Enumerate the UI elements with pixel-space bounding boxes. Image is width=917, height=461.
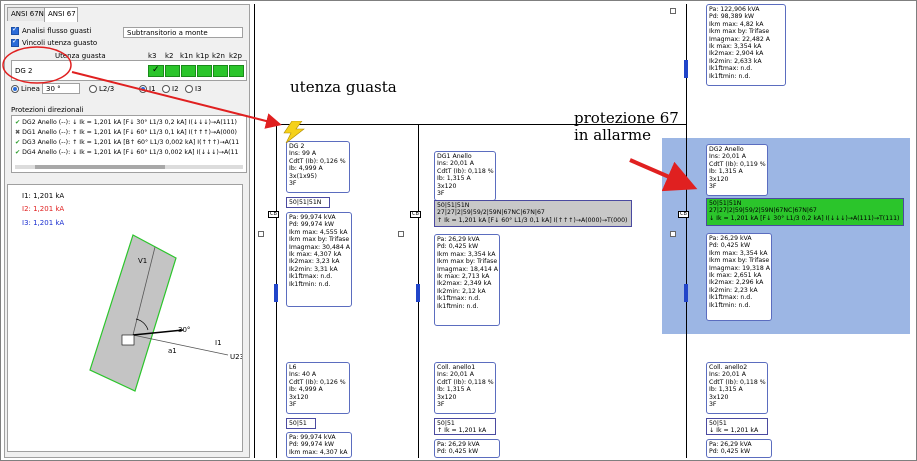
horizontal-scrollbar[interactable] — [15, 165, 243, 169]
switch-icon[interactable] — [398, 231, 404, 237]
coll1-load-box[interactable]: Pa: 26,29 kVA Pd: 0,425 kW — [434, 439, 500, 458]
fuse-icon — [416, 284, 420, 302]
tab-ansi-67[interactable]: ANSI 67 — [44, 7, 78, 22]
col-k1n: k1n — [180, 52, 193, 60]
list-item[interactable]: ✔ DG2 Anello (--): ↓ Ik = 1,201 kA [F↓ 3… — [15, 119, 237, 126]
fuse-icon — [684, 284, 688, 302]
l6-protection[interactable]: 50|51 — [286, 418, 316, 429]
dg1-info-box[interactable]: DG1 Anello Ins: 20,01 A CdtT (Ib): 0,118… — [434, 151, 496, 201]
check-icon: ✔ — [15, 119, 21, 126]
check-icon: ✔ — [15, 149, 21, 156]
radio-i3[interactable] — [185, 85, 193, 93]
dg1-load-box[interactable]: Pa: 26,29 kVA Pd: 0,425 kW Ikm max: 3,35… — [434, 234, 500, 326]
coll2-load-box[interactable]: Pa: 26,29 kVA Pd: 0,425 kW — [706, 439, 772, 458]
i1-vector-label: I1 — [215, 339, 222, 347]
breaker-icon[interactable]: CB — [678, 211, 689, 218]
u23-label: U23 — [230, 353, 242, 361]
tab-ansi-67n[interactable]: ANSI 67N — [7, 7, 45, 21]
col-k2p: k2p — [229, 52, 242, 60]
coll1-protection[interactable]: 50|51 ↑ Ik = 1,201 kA — [434, 418, 496, 435]
col-k2: k2 — [165, 52, 174, 60]
fault-user-circle — [2, 46, 72, 84]
protection-text: DG2 Anello (--): ↓ Ik = 1,201 kA [F↓ 30°… — [22, 119, 237, 126]
dg2-load-box[interactable]: Pa: 99,974 kVA Pd: 99,974 kW Ikm max: 4,… — [286, 212, 352, 307]
cell-k2p[interactable] — [229, 65, 244, 77]
radio-i1[interactable] — [139, 85, 147, 93]
transient-dropdown-value: Subtransitorio a monte — [127, 29, 208, 37]
phasor-svg: V1 30° I1 a1 U23 — [89, 234, 242, 392]
dg2-ring-info-box[interactable]: DG2 Anello Ins: 20,01 A CdtT (Ib): 0,119… — [706, 144, 768, 196]
list-item[interactable]: ✖ DG1 Anello (--): ↑ Ik = 1,201 kA [F↓ 6… — [15, 129, 237, 136]
upstream-load-box[interactable]: Pa: 122,906 kVA Pd: 98,389 kW Ikm max: 4… — [706, 4, 786, 86]
schematic-canvas[interactable]: CB CB CB Pa: 122,906 kVA Pd: 98,389 kW I… — [254, 4, 913, 458]
radio-i3-label: I3 — [195, 85, 202, 93]
switch-icon[interactable] — [258, 231, 264, 237]
angle-label: 30° — [178, 326, 190, 334]
fuse-icon — [274, 284, 278, 302]
trip-zone — [89, 234, 177, 392]
dg2-ring-protection-alarm[interactable]: 50|51|51N 27|27|2|59|59/2|59N|67NC|67N|6… — [706, 198, 904, 226]
cell-k2n[interactable] — [213, 65, 228, 77]
cell-k1n[interactable] — [181, 65, 196, 77]
v1-label: V1 — [138, 257, 147, 265]
protections-list[interactable]: ✔ DG2 Anello (--): ↓ Ik = 1,201 kA [F↓ 3… — [11, 115, 247, 173]
scrollbar-thumb[interactable] — [35, 165, 165, 169]
check-icon: ✓ — [152, 65, 160, 75]
breaker-icon[interactable]: CB — [268, 211, 279, 218]
col-k3: k3 — [148, 52, 157, 60]
protections-header: Protezioni direzionali — [11, 106, 84, 114]
phasor-diagram: I1: 1,201 kA I2: 1,201 kA I3: 1,201 kA V… — [7, 184, 243, 452]
dg2-protection[interactable]: 50|51|51N — [286, 197, 330, 208]
check-icon: ✔ — [15, 139, 21, 146]
radio-i1-label: I1 — [149, 85, 156, 93]
dg2-info-box[interactable]: DG 2 Ins: 99 A CdtT (Ib): 0,126 % Ib: 4,… — [286, 141, 350, 193]
transient-dropdown[interactable]: Subtransitorio a monte — [123, 27, 243, 38]
fuse-icon — [684, 60, 688, 78]
alarm-annotation-line1: protezione 67 — [574, 109, 679, 127]
origin-marker — [121, 334, 135, 346]
dg1-protection[interactable]: 50|51|51N 27|27|2|59|59/2|59N|67NC|67N|6… — [434, 200, 632, 227]
coll2-info-box[interactable]: Coll. anello2 Ins: 20,01 A CdtT (Ib): 0,… — [706, 362, 768, 414]
cell-k3[interactable]: ✓ — [148, 65, 164, 77]
fault-analysis-label: Analisi flusso guasti — [22, 27, 92, 35]
fault-lightning-icon — [283, 121, 305, 143]
l6-load-box[interactable]: Pa: 99,974 kVA Pd: 99,974 kW Ikm max: 4,… — [286, 432, 352, 458]
switch-icon[interactable] — [670, 231, 676, 237]
radio-i2[interactable] — [162, 85, 170, 93]
cell-k2[interactable] — [165, 65, 180, 77]
protection-text: DG3 Anello (--): ↑ Ik = 1,201 kA [B↑ 60°… — [22, 139, 240, 146]
col-k2n: k2n — [212, 52, 225, 60]
fault-user-annotation: utenza guasta — [290, 78, 397, 96]
switch-icon[interactable] — [670, 8, 676, 14]
sheet-left-border — [254, 4, 255, 458]
breaker-icon[interactable]: CB — [410, 211, 421, 218]
radio-l23-label: L2/3 — [99, 85, 115, 93]
cross-icon: ✖ — [15, 129, 21, 136]
protection-text: DG1 Anello (--): ↑ Ik = 1,201 kA [F↓ 60°… — [22, 129, 237, 136]
l6-info-box[interactable]: L6 Ins: 40 A CdtT (Ib): 0,126 % Ib: 4,99… — [286, 362, 350, 414]
coll1-info-box[interactable]: Coll. anello1 Ins: 20,01 A CdtT (Ib): 0,… — [434, 362, 496, 414]
radio-l23[interactable] — [89, 85, 97, 93]
dg2-ring-load-box[interactable]: Pa: 26,29 kVA Pd: 0,425 kW Ikm max: 3,35… — [706, 233, 772, 321]
a1-label: a1 — [168, 347, 177, 355]
alarm-annotation-line2: in allarme — [574, 126, 651, 144]
col-k1p: k1p — [196, 52, 209, 60]
radio-i2-label: I2 — [172, 85, 179, 93]
protection-text: DG4 Anello (--): ↓ Ik = 1,201 kA [F↓ 60°… — [22, 149, 239, 156]
alarm-highlight — [662, 138, 910, 334]
cell-k1p[interactable] — [197, 65, 212, 77]
coll2-protection[interactable]: 50|51 ↓ Ik = 1,201 kA — [706, 418, 768, 435]
list-item[interactable]: ✔ DG3 Anello (--): ↑ Ik = 1,201 kA [B↑ 6… — [15, 139, 239, 146]
fault-analysis-checkbox[interactable] — [11, 25, 19, 35]
list-item[interactable]: ✔ DG4 Anello (--): ↓ Ik = 1,201 kA [F↓ 6… — [15, 149, 238, 156]
